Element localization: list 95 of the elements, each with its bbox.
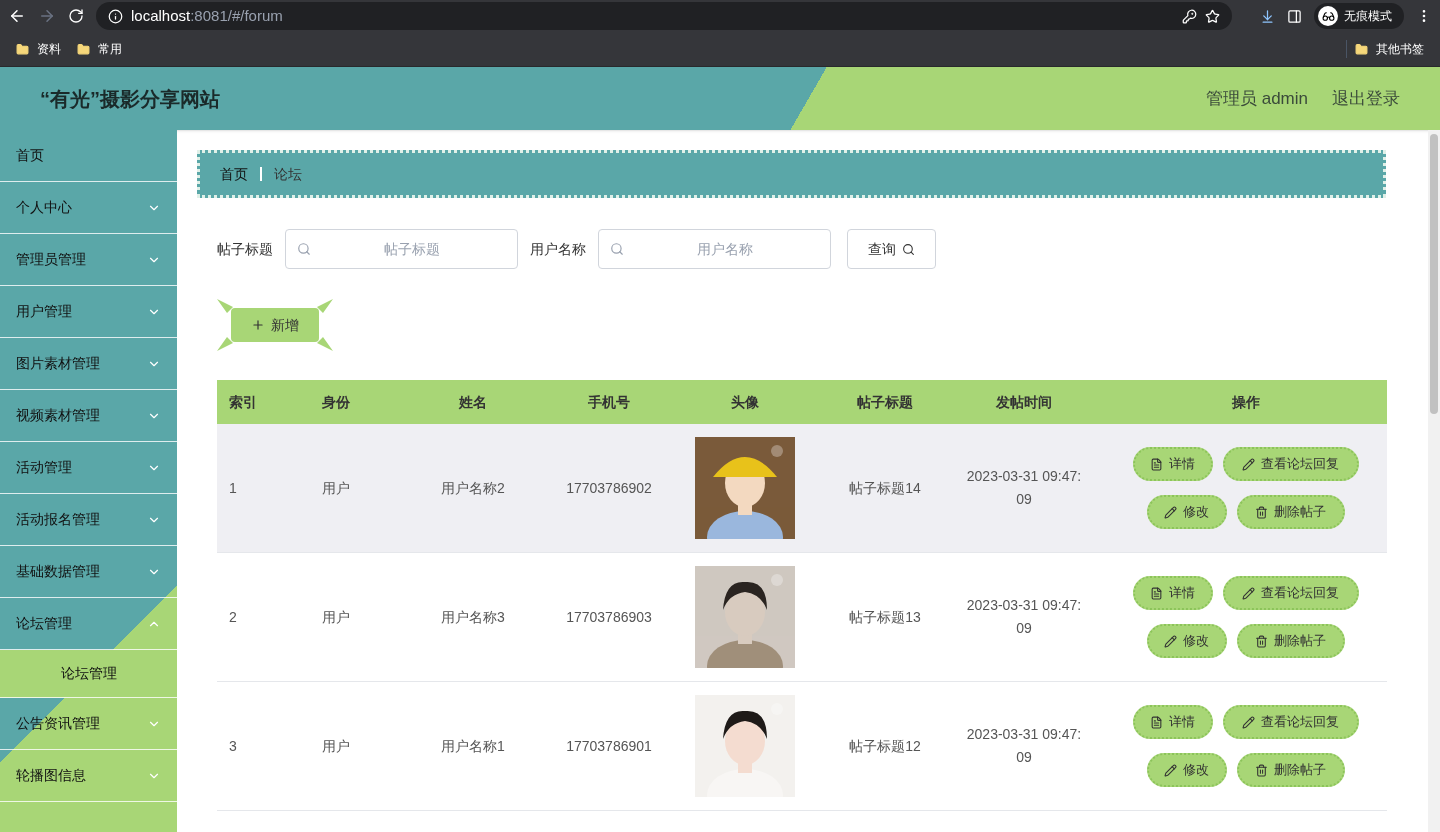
folder-icon [1355, 42, 1368, 56]
column-header: 发帖时间 [995, 392, 1053, 412]
table-cell-text: 2023-03-31 09:47:09 [966, 725, 1082, 767]
action-button[interactable]: 修改 [1146, 624, 1227, 658]
back-icon[interactable] [8, 7, 26, 25]
action-button[interactable]: 详情 [1132, 576, 1213, 610]
key-icon[interactable] [1182, 8, 1197, 24]
search-field[interactable]: 帖子标题 [285, 229, 518, 269]
bookmark[interactable]: 资料 [8, 40, 69, 58]
url-text: localhost:8081/#/forum [131, 5, 283, 26]
search-icon [297, 242, 311, 256]
action-button[interactable]: 删除帖子 [1236, 624, 1345, 658]
sidebar-item[interactable]: 轮播图信息 [0, 750, 177, 802]
document-icon [1150, 586, 1163, 600]
trash-icon [1255, 505, 1268, 519]
reload-icon[interactable] [68, 8, 84, 24]
folder-icon [16, 42, 29, 56]
action-button[interactable]: 详情 [1132, 705, 1213, 739]
table-cell-text: 2023-03-31 09:47:09 [966, 467, 1082, 509]
search-icon [610, 242, 624, 256]
table-cell-text: 用户名称1 [440, 736, 506, 756]
table-cell-text: 17703786902 [565, 478, 653, 498]
info-icon [108, 8, 123, 24]
pencil-icon [1242, 586, 1255, 600]
side-panel-icon[interactable] [1287, 8, 1302, 24]
table-cell-text: 3 [228, 736, 238, 756]
search-button[interactable]: 查询 [847, 229, 936, 269]
table-cell-text: 用户 [321, 736, 351, 756]
action-button[interactable]: 修改 [1146, 495, 1227, 529]
breadcrumb-link[interactable]: 首页 [220, 163, 248, 185]
star-icon[interactable] [1205, 8, 1220, 24]
field-label: 帖子标题 [217, 239, 273, 259]
document-icon [1150, 457, 1163, 471]
action-button[interactable]: 修改 [1146, 753, 1227, 787]
column-header: 操作 [1230, 392, 1261, 412]
table-cell-text: 用户名称3 [440, 607, 506, 627]
sidebar-subitem[interactable]: 论坛管理 [0, 650, 177, 698]
action-button[interactable]: 删除帖子 [1236, 495, 1345, 529]
action-button[interactable]: 详情 [1132, 447, 1213, 481]
table-cell-text: 帖子标题14 [848, 478, 922, 498]
sidebar-item[interactable]: 视频素材管理 [0, 390, 177, 442]
pencil-icon [1242, 715, 1255, 729]
action-button[interactable]: 查看论坛回复 [1222, 705, 1359, 739]
action-button[interactable]: 查看论坛回复 [1222, 576, 1359, 610]
table-cell-text: 帖子标题13 [848, 607, 922, 627]
column-header: 帖子标题 [856, 392, 914, 412]
profile-chip[interactable]: 无痕模式 [1314, 3, 1404, 29]
bookmark[interactable]: 常用 [69, 40, 130, 58]
pencil-icon [1242, 457, 1255, 471]
address-bar[interactable]: localhost:8081/#/forum [96, 2, 1232, 30]
site-title: “有光”摄影分享网站 [40, 86, 220, 112]
table-cell-text: 帖子标题12 [848, 736, 922, 756]
column-header: 手机号 [587, 392, 631, 412]
download-icon[interactable] [1260, 8, 1275, 24]
plus-icon [251, 318, 265, 332]
logout-link[interactable]: 退出登录 [1332, 85, 1400, 112]
bookmark[interactable]: 其他书签 [1346, 40, 1432, 58]
sidebar-item[interactable]: 公告资讯管理 [0, 698, 177, 750]
table-cell-text: 用户 [321, 478, 351, 498]
table-cell-text: 17703786901 [565, 736, 653, 756]
pencil-icon [1164, 505, 1177, 519]
breadcrumb-link[interactable]: 论坛 [274, 163, 302, 185]
table-cell-text: 2023-03-31 09:47:09 [966, 596, 1082, 638]
sidebar-item[interactable]: 活动报名管理 [0, 494, 177, 546]
table-cell-text: 1 [228, 478, 238, 498]
table-cell-text: 用户 [321, 607, 351, 627]
column-header: 索引 [228, 392, 258, 412]
forward-icon[interactable] [38, 7, 56, 25]
folder-icon [77, 42, 90, 56]
action-button[interactable]: 查看论坛回复 [1222, 447, 1359, 481]
user-label: 管理员 admin [1205, 87, 1308, 110]
table-cell-text: 17703786903 [565, 607, 653, 627]
sidebar-item[interactable]: 基础数据管理 [0, 546, 177, 598]
trash-icon [1255, 763, 1268, 777]
search-field[interactable]: 用户名称 [598, 229, 831, 269]
document-icon [1150, 715, 1163, 729]
pencil-icon [1164, 763, 1177, 777]
pencil-icon [1164, 634, 1177, 648]
action-button[interactable]: 删除帖子 [1236, 753, 1345, 787]
sidebar-item[interactable]: 个人中心 [0, 182, 177, 234]
sidebar-item[interactable]: 用户管理 [0, 286, 177, 338]
column-header: 姓名 [458, 392, 488, 412]
sidebar-item[interactable]: 图片素材管理 [0, 338, 177, 390]
column-header: 头像 [729, 392, 760, 412]
add-button[interactable]: 新增 [231, 308, 319, 342]
table-cell-text: 用户名称2 [440, 478, 506, 498]
sidebar-item[interactable]: 管理员管理 [0, 234, 177, 286]
table-cell-text: 2 [228, 607, 238, 627]
field-label: 用户名称 [530, 239, 586, 259]
incognito-icon [1321, 9, 1335, 23]
trash-icon [1255, 634, 1268, 648]
sidebar-item[interactable]: 首页 [0, 130, 177, 182]
sidebar-item[interactable]: 活动管理 [0, 442, 177, 494]
column-header: 身份 [321, 392, 351, 412]
search-icon [902, 242, 915, 256]
